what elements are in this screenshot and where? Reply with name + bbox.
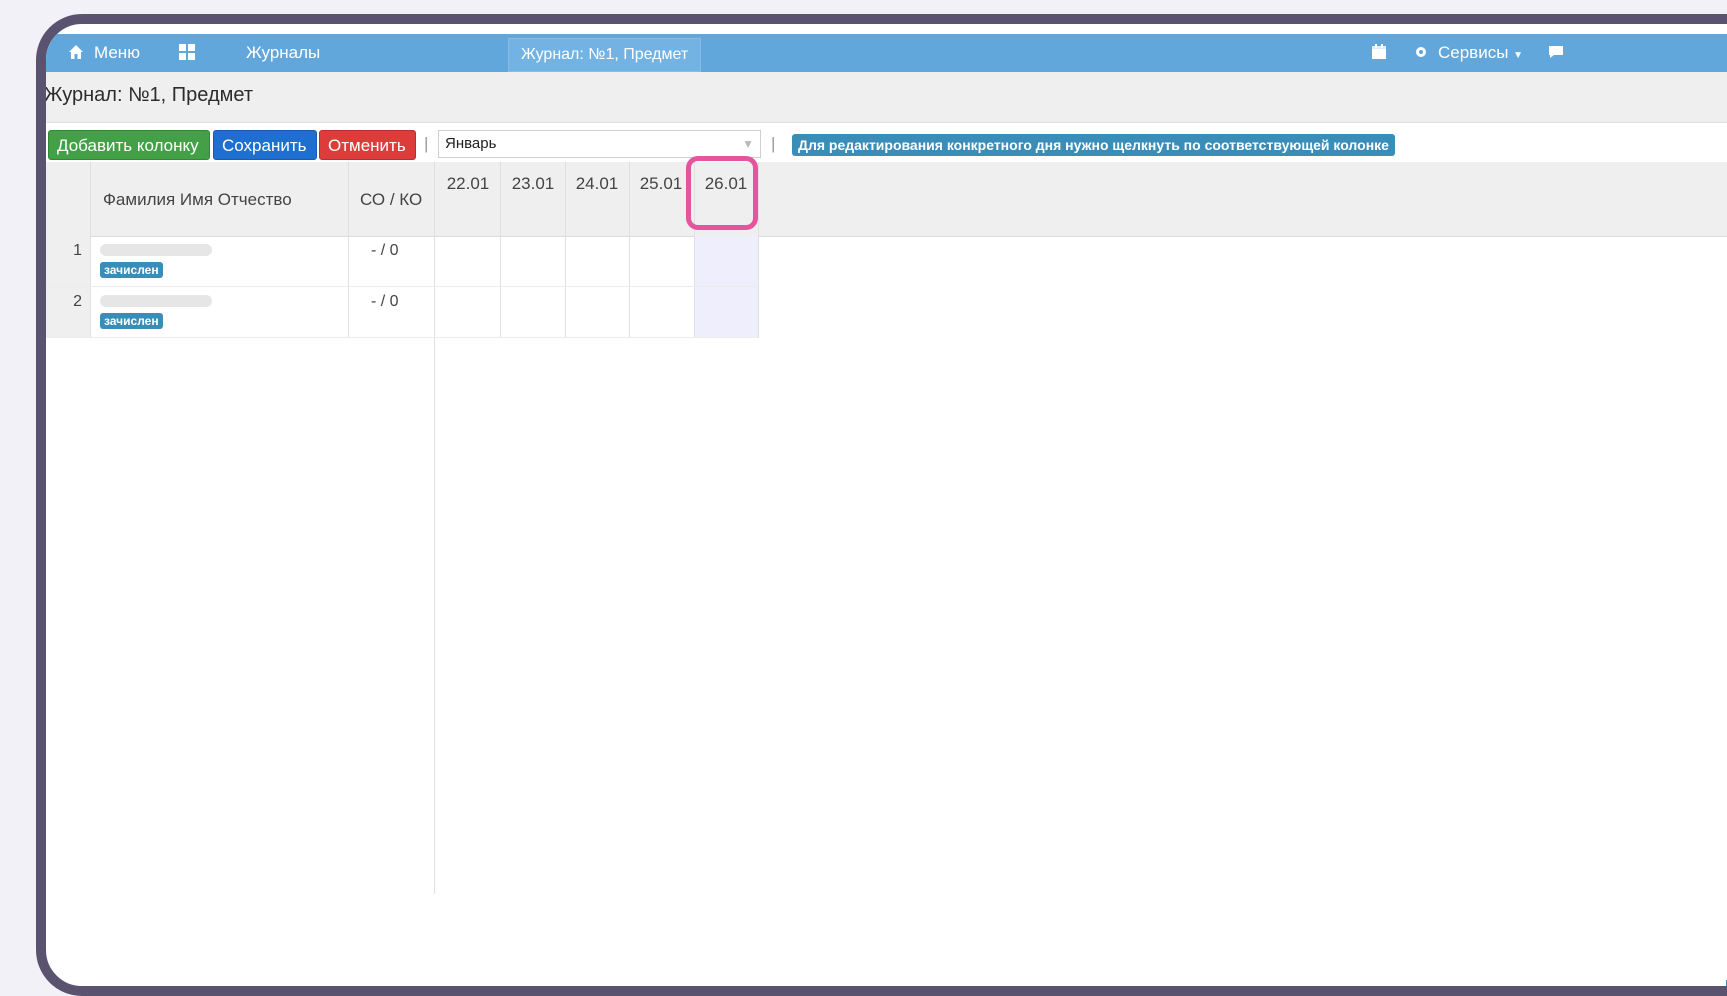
- table-row: 1 зачислен - / 0: [46, 236, 758, 287]
- gear-icon[interactable]: [1414, 34, 1428, 72]
- home-icon[interactable]: [68, 34, 84, 72]
- device-frame: Меню Журналы Журнал: №1, Предмет Сервисы…: [36, 14, 1727, 996]
- date-column-header[interactable]: 24.01: [565, 174, 629, 194]
- divider: |: [771, 134, 776, 153]
- student-name-redacted: [100, 295, 212, 307]
- date-column-header[interactable]: 25.01: [629, 174, 693, 194]
- toolbar: Добавить колонку Сохранить Отменить | Ян…: [46, 128, 1727, 162]
- page-title: Журнал: №1, Предмет: [44, 84, 254, 106]
- nav-menu[interactable]: Меню: [94, 34, 140, 72]
- save-button[interactable]: Сохранить: [213, 130, 317, 160]
- column-header-score: СО / КО: [360, 190, 423, 209]
- nav-journals[interactable]: Журналы: [246, 34, 320, 72]
- page-header: Журнал: №1, Предмет: [46, 72, 1727, 123]
- date-column-header[interactable]: 23.01: [501, 174, 565, 194]
- add-column-button[interactable]: Добавить колонку: [48, 130, 210, 160]
- app-window: Меню Журналы Журнал: №1, Предмет Сервисы…: [46, 24, 1727, 986]
- row-score: - / 0: [371, 293, 399, 310]
- nav-services[interactable]: Сервисы ▼: [1438, 34, 1523, 72]
- row-number-cell: 2: [46, 287, 90, 337]
- status-badge: зачислен: [100, 262, 163, 278]
- calendar-icon[interactable]: [1371, 34, 1387, 72]
- month-select[interactable]: Январь ▼: [438, 130, 761, 158]
- table-row: 2 зачислен - / 0: [46, 287, 758, 338]
- row-number: 2: [73, 293, 82, 310]
- chat-icon[interactable]: [1548, 34, 1564, 72]
- row-score: - / 0: [371, 242, 399, 259]
- student-name-redacted: [100, 244, 212, 256]
- column-header-name: Фамилия Имя Отчество: [103, 190, 292, 209]
- column-divider: [758, 162, 759, 338]
- cancel-button[interactable]: Отменить: [319, 130, 416, 160]
- caret-down-icon: ▼: [1513, 50, 1524, 61]
- month-select-value: Январь: [445, 135, 497, 152]
- row-number-cell: 1: [46, 236, 90, 286]
- divider: |: [424, 134, 429, 153]
- journal-table: Фамилия Имя Отчество СО / КО 22.01 23.01…: [46, 156, 1727, 986]
- status-badge: зачислен: [100, 313, 163, 329]
- highlight-annotation: [686, 156, 758, 230]
- chevron-down-icon: ▼: [742, 137, 754, 151]
- table-header: [46, 162, 1727, 237]
- row-number: 1: [73, 242, 82, 259]
- nav-services-label: Сервисы: [1438, 43, 1509, 62]
- nav-current-journal[interactable]: Журнал: №1, Предмет: [508, 38, 702, 72]
- hint-badge: Для редактирования конкретного дня нужно…: [792, 134, 1395, 156]
- date-column-header[interactable]: 22.01: [436, 174, 500, 194]
- grid-icon[interactable]: [178, 34, 196, 72]
- top-nav: Меню Журналы Журнал: №1, Предмет Сервисы…: [46, 34, 1727, 72]
